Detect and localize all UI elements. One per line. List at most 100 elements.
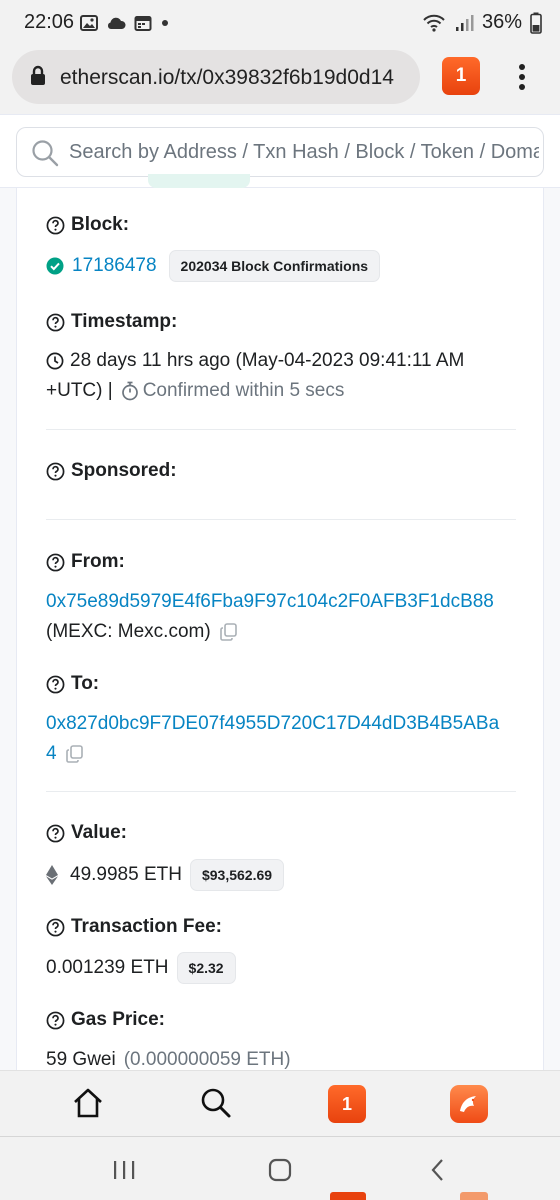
tabs-button[interactable]: 1 <box>328 1085 366 1123</box>
value-label: Value: <box>71 822 127 843</box>
timestamp-line-1: 28 days 11 hrs ago (May-04-2023 09:41:11… <box>46 346 464 376</box>
timestamp-label-row: Timestamp: <box>46 311 177 333</box>
gas-label-row: Gas Price: <box>46 1009 165 1031</box>
block-confirmations-badge: 202034 Block Confirmations <box>168 250 381 282</box>
status-bar: 22:06 36% <box>0 0 560 46</box>
help-icon[interactable] <box>46 553 65 572</box>
from-address-link[interactable]: 0x75e89d5979E4f6Fba9F97c104c2F0AFB3F1dcB… <box>46 591 494 612</box>
sponsored-label: Sponsored: <box>71 460 177 481</box>
gas-label: Gas Price: <box>71 1009 165 1030</box>
help-icon[interactable] <box>46 824 65 843</box>
search-box[interactable] <box>16 127 544 177</box>
divider <box>46 519 516 520</box>
fee-label: Transaction Fee: <box>71 916 222 937</box>
fee-field: Transaction Fee: <box>46 916 222 938</box>
from-label: From: <box>71 551 125 572</box>
status-badge-edge <box>148 174 250 188</box>
block-number-link[interactable]: 17186478 <box>72 255 157 277</box>
block-label-row: Block: <box>46 214 129 236</box>
value-amount: 49.9985 ETH <box>70 864 182 885</box>
ethereum-icon <box>46 865 58 885</box>
search-icon <box>201 1088 231 1118</box>
gas-row: 59 Gwei (0.000000059 ETH) <box>46 1045 291 1070</box>
signal-icon <box>455 14 474 31</box>
to-value: 0x827d0bc9F7DE07f4955D720C17D44dD3B4B5AB… <box>46 709 499 769</box>
to-address-row-2: 4 <box>46 739 499 769</box>
sponsored-label-row: Sponsored: <box>46 460 177 482</box>
from-label-row: From: <box>46 551 125 573</box>
help-icon[interactable] <box>46 675 65 694</box>
gas-gwei: 59 Gwei <box>46 1049 116 1070</box>
value-field: Value: <box>46 822 127 844</box>
clock-icon <box>46 352 64 370</box>
help-icon[interactable] <box>46 216 65 235</box>
help-icon[interactable] <box>46 313 65 332</box>
browser-toolbar: etherscan.io/tx/0x39832f6b19d0d14 1 <box>0 46 560 114</box>
to-label: To: <box>71 673 100 694</box>
stopwatch-icon <box>121 381 138 401</box>
recent-apps-button[interactable] <box>104 1155 144 1185</box>
lock-icon <box>31 65 45 85</box>
tab-switcher-button[interactable]: 1 <box>442 57 480 95</box>
back-icon <box>431 1159 443 1181</box>
dock-peek <box>330 1192 366 1200</box>
timestamp-label: Timestamp: <box>71 311 178 332</box>
from-value: 0x75e89d5979E4f6Fba9F97c104c2F0AFB3F1dcB… <box>46 587 494 647</box>
home-button[interactable] <box>68 1083 108 1123</box>
fee-label-row: Transaction Fee: <box>46 916 222 938</box>
block-value-row: 17186478 202034 Block Confirmations <box>46 250 381 282</box>
to-field: To: <box>46 673 99 695</box>
value-label-row: Value: <box>46 822 127 844</box>
copy-icon[interactable] <box>65 744 85 764</box>
divider <box>46 791 516 792</box>
from-name-row: (MEXC: Mexc.com) <box>46 617 494 647</box>
system-navigation-bar <box>0 1136 560 1200</box>
gas-eth: (0.000000059 ETH) <box>123 1049 291 1070</box>
system-status: 36% <box>422 11 542 34</box>
search-button[interactable] <box>196 1083 236 1123</box>
cloud-icon <box>107 17 126 29</box>
value-row: 49.9985 ETH $93,562.69 <box>46 859 285 891</box>
battery-icon <box>530 12 542 34</box>
block-field: Block: <box>46 214 129 236</box>
wifi-icon <box>423 14 445 32</box>
copy-icon[interactable] <box>219 622 239 642</box>
more-menu-icon[interactable] <box>508 60 536 94</box>
recent-apps-icon <box>114 1161 135 1179</box>
battery-level: 36% <box>481 11 522 33</box>
value-usd-badge: $93,562.69 <box>189 859 285 891</box>
home-nav-button[interactable] <box>260 1155 300 1185</box>
search-input[interactable] <box>69 128 539 176</box>
help-icon[interactable] <box>46 462 65 481</box>
to-address-link[interactable]: 0x827d0bc9F7DE07f4955D720C17D44dD3B4B5AB… <box>46 713 499 734</box>
url-text: etherscan.io/tx/0x39832f6b19d0d14 <box>60 66 394 89</box>
notification-icons <box>80 14 170 32</box>
site-header <box>0 114 560 188</box>
check-circle-icon <box>46 257 64 275</box>
confirmed-within-text: Confirmed within 5 secs <box>142 380 345 401</box>
browser-bottom-bar: 1 <box>0 1070 560 1136</box>
dock-peek <box>460 1192 488 1200</box>
clock: 22:06 <box>24 11 75 33</box>
timestamp-line-2: +UTC) | Confirmed within 5 secs <box>46 376 464 406</box>
image-icon <box>80 15 98 31</box>
timestamp-value: 28 days 11 hrs ago (May-04-2023 09:41:11… <box>46 346 464 406</box>
webpage: Block: 17186478 202034 Block Confirmatio… <box>0 114 560 1070</box>
home-nav-icon <box>268 1158 292 1182</box>
app-menu-button[interactable] <box>450 1085 488 1123</box>
help-icon[interactable] <box>46 918 65 937</box>
address-bar[interactable]: etherscan.io/tx/0x39832f6b19d0d14 <box>12 50 420 104</box>
timestamp-field: Timestamp: <box>46 311 177 333</box>
fee-row: 0.001239 ETH $2.32 <box>46 952 236 984</box>
timestamp-text: 28 days 11 hrs ago (May-04-2023 09:41:11… <box>70 350 465 371</box>
home-icon <box>74 1088 102 1118</box>
to-label-row: To: <box>46 673 99 695</box>
help-icon[interactable] <box>46 1011 65 1030</box>
back-button[interactable] <box>418 1155 458 1185</box>
dot-icon <box>162 20 168 26</box>
fee-usd-badge: $2.32 <box>176 952 236 984</box>
search-icon <box>32 140 59 167</box>
sponsored-field: Sponsored: <box>46 460 177 482</box>
calendar-icon <box>134 16 152 31</box>
to-address-link-cont[interactable]: 4 <box>46 739 57 769</box>
